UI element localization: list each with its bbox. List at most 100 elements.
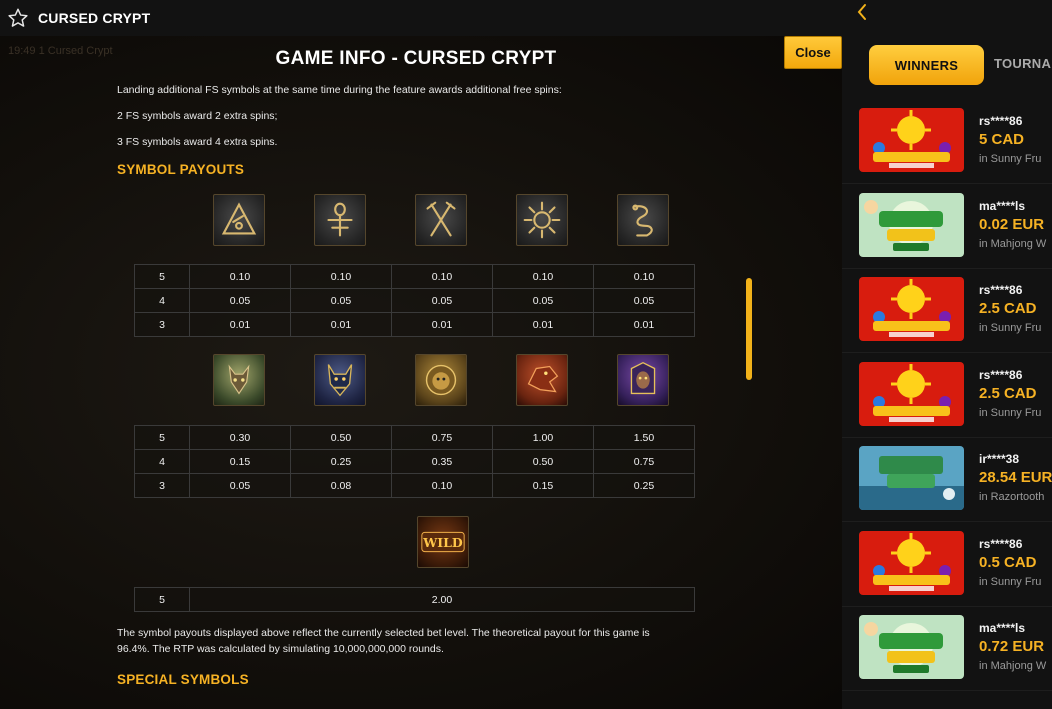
panel-title: GAME INFO - CURSED CRYPT: [275, 48, 557, 69]
payout-cell: 0.05: [189, 473, 291, 498]
crossed-tools-glyph-icon: [415, 194, 467, 246]
game-area: 19:49 1 Cursed Crypt GAME INFO - CURSED …: [0, 36, 842, 709]
game-thumbnail[interactable]: [859, 446, 964, 510]
winner-game: in Sunny Fru: [979, 406, 1042, 419]
table-row: 4 0.05 0.05 0.05 0.05 0.05: [134, 288, 695, 313]
game-title: CURSED CRYPT: [38, 10, 151, 26]
sunny-fruits-thumbnail-icon: [859, 277, 964, 341]
game-thumbnail[interactable]: [859, 361, 964, 426]
table-row: 4 0.15 0.25 0.35 0.50 0.75: [134, 449, 695, 474]
footer-line: 96.4%. The RTP was calculated by simulat…: [117, 643, 444, 655]
payout-cell: 0.10: [391, 473, 493, 498]
scrollbar-track[interactable]: [746, 82, 752, 702]
winner-item[interactable]: rs****86 5 CAD in Sunny Fru: [842, 100, 1052, 184]
intro-line: 2 FS symbols award 2 extra spins;: [117, 110, 278, 122]
high-symbol-paytable: 5 0.30 0.50 0.75 1.00 1.50 4 0.15 0.25 0…: [134, 425, 695, 498]
winner-item[interactable]: ma****ls 0.72 EUR in Mahjong W: [842, 607, 1052, 691]
payout-cell: 0.75: [391, 425, 493, 450]
payout-cell: 0.75: [593, 449, 695, 474]
winner-username: rs****86: [979, 283, 1023, 297]
winner-item[interactable]: ir****38 28.54 EUR in Razortooth: [842, 438, 1052, 522]
anubis-icon: [314, 354, 366, 406]
pharaoh-icon: [617, 354, 669, 406]
winner-username: rs****86: [979, 114, 1023, 128]
count-cell: 5: [134, 264, 190, 289]
payout-cell: 0.01: [492, 312, 594, 337]
tab-tournaments[interactable]: TOURNA: [994, 56, 1051, 71]
payout-cell: 0.30: [189, 425, 291, 450]
table-row: 5 0.10 0.10 0.10 0.10 0.10: [134, 264, 695, 289]
winner-amount: 2.5 CAD: [979, 384, 1037, 402]
count-cell: 5: [134, 587, 190, 612]
lion-icon: [415, 354, 467, 406]
table-row: 3 0.01 0.01 0.01 0.01 0.01: [134, 312, 695, 337]
intro-line: Landing additional FS symbols at the sam…: [117, 84, 562, 96]
count-cell: 4: [134, 288, 190, 313]
winner-game: in Sunny Fru: [979, 575, 1042, 588]
game-thumbnail[interactable]: [859, 530, 964, 595]
payout-cell: 0.05: [593, 288, 695, 313]
payout-cell: 1.00: [492, 425, 594, 450]
payout-cell: 0.10: [290, 264, 392, 289]
mahjong-ways-thumbnail-icon: [859, 615, 964, 679]
payout-cell: 0.50: [290, 425, 392, 450]
winner-username: ir****38: [979, 452, 1020, 466]
winner-item[interactable]: rs****86 2.5 CAD in Sunny Fru: [842, 354, 1052, 438]
payout-cell: 1.50: [593, 425, 695, 450]
payout-cell: 0.05: [492, 288, 594, 313]
winner-amount: 0.02 EUR: [979, 215, 1045, 233]
table-row: 5 2.00: [134, 587, 695, 612]
sunny-fruits-thumbnail-icon: [859, 108, 964, 172]
winner-game: in Sunny Fru: [979, 153, 1042, 165]
winner-item[interactable]: rs****86 0.5 CAD in Sunny Fru: [842, 523, 1052, 607]
wild-label: WILD: [422, 535, 463, 550]
payout-cell: 0.10: [189, 264, 291, 289]
winner-game: in Sunny Fru: [979, 322, 1042, 334]
winner-amount: 2.5 CAD: [979, 300, 1037, 317]
scrollbar-thumb[interactable]: [746, 278, 752, 380]
winner-username: rs****86: [979, 536, 1023, 551]
winner-amount: 5 CAD: [979, 131, 1025, 148]
payout-cell: 2.00: [189, 587, 695, 612]
count-cell: 3: [134, 473, 190, 498]
game-thumbnail[interactable]: [859, 615, 964, 679]
intro-line: 3 FS symbols award 4 extra spins.: [117, 136, 278, 148]
game-info-panel: GAME INFO - CURSED CRYPT Close Landing a…: [0, 36, 842, 709]
wild-symbol-icon: WILD: [417, 516, 469, 568]
game-thumbnail[interactable]: [859, 277, 964, 341]
payout-cell: 0.10: [492, 264, 594, 289]
winner-amount: 28.54 EUR: [979, 469, 1052, 486]
ankh-glyph-icon: [314, 194, 366, 246]
winner-item[interactable]: ma****ls 0.02 EUR in Mahjong W: [842, 185, 1052, 269]
star-icon[interactable]: [6, 6, 30, 30]
count-cell: 3: [134, 312, 190, 337]
winner-game: in Razortooth: [979, 491, 1045, 503]
table-row: 5 0.30 0.50 0.75 1.00 1.50: [134, 425, 695, 450]
count-cell: 5: [134, 425, 190, 450]
wild-paytable: 5 2.00: [134, 587, 695, 612]
jackal-warrior-icon: [213, 354, 265, 406]
payout-cell: 0.25: [593, 473, 695, 498]
sun-glyph-icon: [516, 194, 568, 246]
tab-winners[interactable]: WINNERS: [869, 45, 984, 85]
game-thumbnail[interactable]: [859, 192, 964, 257]
payout-cell: 0.25: [290, 449, 392, 474]
payout-cell: 0.05: [290, 288, 392, 313]
sunny-fruits-thumbnail-icon: [859, 361, 964, 426]
payout-cell: 0.01: [290, 312, 392, 337]
payout-cell: 0.01: [391, 312, 493, 337]
winner-username: rs****86: [979, 367, 1023, 382]
winner-amount: 0.72 EUR: [979, 638, 1045, 655]
payout-cell: 0.15: [492, 473, 594, 498]
winner-item[interactable]: rs****86 2.5 CAD in Sunny Fru: [842, 269, 1052, 353]
game-thumbnail[interactable]: [859, 108, 964, 172]
top-bar: CURSED CRYPT: [0, 0, 842, 36]
payout-cell: 0.05: [189, 288, 291, 313]
dragon-icon: [516, 354, 568, 406]
mahjong-ways-thumbnail-icon: [859, 192, 964, 257]
payout-cell: 0.08: [290, 473, 392, 498]
close-button[interactable]: Close: [784, 36, 842, 69]
special-symbols-heading: SPECIAL SYMBOLS: [117, 672, 249, 687]
table-row: 3 0.05 0.08 0.10 0.15 0.25: [134, 473, 695, 498]
chevron-left-icon[interactable]: [856, 3, 870, 23]
